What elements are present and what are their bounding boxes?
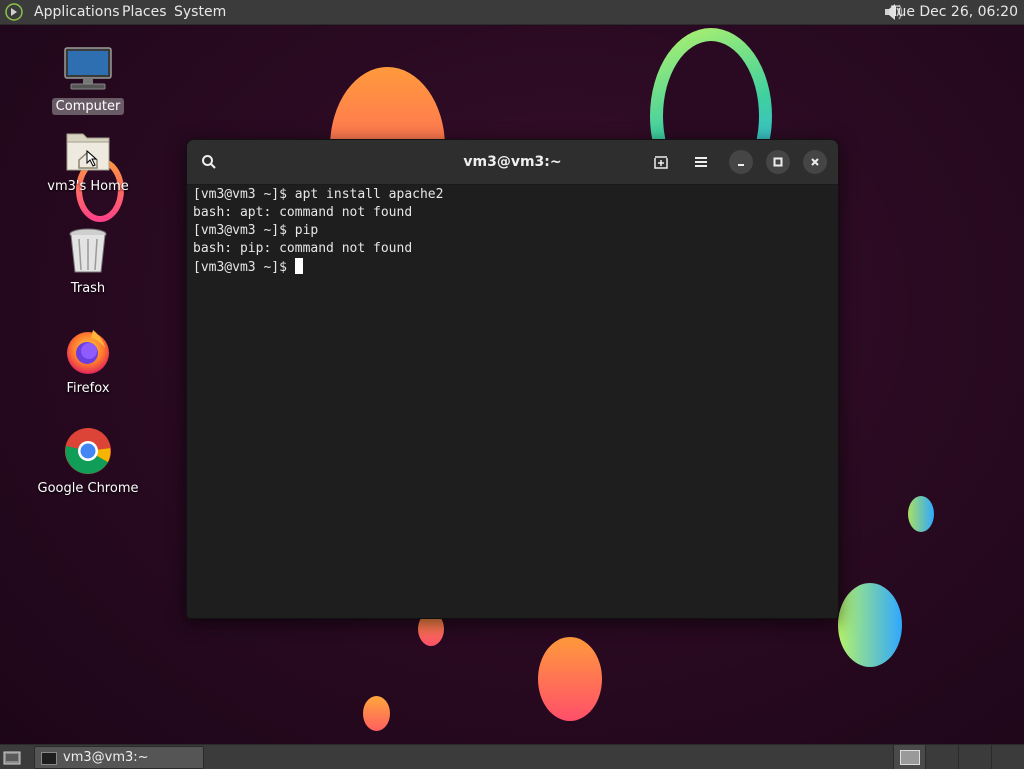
desktop-icon-trash[interactable]: Trash — [33, 226, 143, 297]
workspace-window-thumbnail — [900, 750, 920, 765]
wallpaper-blue-blob — [838, 583, 902, 667]
menu-button[interactable] — [689, 150, 713, 174]
terminal-output[interactable]: [vm3@vm3 ~]$ apt install apache2 bash: a… — [193, 186, 832, 618]
firefox-label: Firefox — [66, 381, 110, 396]
terminal-prompt-line[interactable]: [vm3@vm3 ~]$ — [193, 258, 832, 276]
workspace-2[interactable] — [925, 745, 958, 769]
top-panel: Applications Places System Tue Dec 26, 0… — [0, 0, 1024, 25]
maximize-button[interactable] — [766, 150, 790, 174]
terminal-line: [vm3@vm3 ~]$ apt install apache2 — [193, 187, 444, 202]
wallpaper-orange-blob-bottom — [538, 637, 602, 721]
wallpaper-orange-dot-2 — [363, 696, 390, 731]
wallpaper-blue-blob-small — [908, 496, 934, 532]
chrome-label: Google Chrome — [37, 481, 139, 496]
terminal-line: bash: pip: command not found — [193, 241, 413, 256]
terminal-icon — [41, 752, 57, 765]
workspace-4[interactable] — [991, 745, 1024, 769]
close-icon — [811, 158, 819, 166]
show-desktop-icon[interactable] — [3, 749, 21, 765]
text-cursor — [294, 258, 303, 274]
home-label: vm3's Home — [47, 179, 129, 194]
maximize-icon — [773, 157, 783, 167]
new-tab-button[interactable] — [649, 150, 673, 174]
places-menu[interactable]: Places — [122, 0, 167, 24]
taskbar-window-label: vm3@vm3:~ — [63, 750, 149, 765]
terminal-line: bash: apt: command not found — [193, 205, 413, 220]
chrome-icon — [65, 428, 111, 474]
terminal-window[interactable]: vm3@vm3:~ [vm3@vm3 ~]$ apt install apach… — [186, 139, 839, 619]
minimize-button[interactable] — [729, 150, 753, 174]
trash-label: Trash — [70, 281, 106, 296]
applications-menu[interactable]: Applications — [34, 0, 120, 24]
hamburger-menu-icon — [695, 157, 707, 167]
desktop-icon-chrome[interactable]: Google Chrome — [33, 426, 143, 497]
taskbar-terminal-button[interactable]: vm3@vm3:~ — [34, 746, 204, 769]
workspace-1[interactable] — [893, 745, 926, 769]
computer-label: Computer — [51, 98, 125, 115]
bottom-taskbar: vm3@vm3:~ — [0, 744, 1024, 769]
trash-icon — [69, 228, 107, 273]
desktop-icon-home[interactable]: vm3's Home — [33, 128, 143, 195]
desktop-icon-firefox[interactable]: Firefox — [33, 326, 143, 397]
home-folder-icon — [66, 133, 110, 171]
workspace-3[interactable] — [958, 745, 991, 769]
new-tab-icon — [654, 156, 668, 169]
system-menu[interactable]: System — [174, 0, 226, 24]
gnome-foot-icon[interactable] — [5, 3, 23, 21]
desktop-icon-computer[interactable]: Computer — [33, 44, 143, 115]
minimize-icon — [738, 164, 744, 166]
terminal-titlebar[interactable]: vm3@vm3:~ — [187, 140, 838, 185]
computer-icon — [64, 47, 112, 90]
terminal-prompt: [vm3@vm3 ~]$ — [193, 260, 295, 275]
close-button[interactable] — [803, 150, 827, 174]
terminal-line: [vm3@vm3 ~]$ pip — [193, 223, 319, 238]
clock[interactable]: Tue Dec 26, 06:20 — [891, 0, 1018, 24]
firefox-icon — [67, 330, 109, 374]
